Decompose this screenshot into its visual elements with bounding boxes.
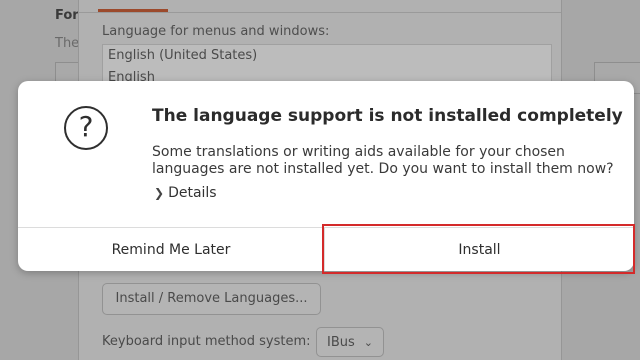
dialog-button-row: Remind Me Later Install <box>18 227 634 271</box>
background-subtext: The <box>55 36 80 51</box>
details-label: Details <box>168 185 217 201</box>
language-list[interactable]: English (United States) English <box>102 44 552 86</box>
dialog-title: The language support is not installed co… <box>152 106 623 126</box>
chevron-down-icon: ⌄ <box>363 336 373 349</box>
question-icon: ? <box>64 106 108 150</box>
screen: For The Language for menus and windows: … <box>0 0 640 360</box>
remind-me-later-button[interactable]: Remind Me Later <box>18 228 325 271</box>
install-button[interactable]: Install <box>325 228 634 271</box>
install-remove-languages-button[interactable]: Install / Remove Languages... <box>102 283 321 315</box>
language-list-label: Language for menus and windows: <box>102 24 330 39</box>
dialog-message: Some translations or writing aids availa… <box>152 144 614 177</box>
active-tab-indicator <box>98 9 168 12</box>
keyboard-input-select[interactable]: IBus ⌄ <box>316 327 384 357</box>
language-list-item[interactable]: English (United States) <box>103 45 551 67</box>
background-heading: For <box>55 8 79 23</box>
tab-strip <box>79 0 561 13</box>
chevron-right-icon: ❯ <box>154 186 165 200</box>
language-support-dialog: ? The language support is not installed … <box>18 81 634 271</box>
keyboard-input-value: IBus <box>327 335 355 350</box>
keyboard-input-label: Keyboard input method system: <box>102 334 311 349</box>
details-expander[interactable]: ❯ Details <box>154 185 217 201</box>
